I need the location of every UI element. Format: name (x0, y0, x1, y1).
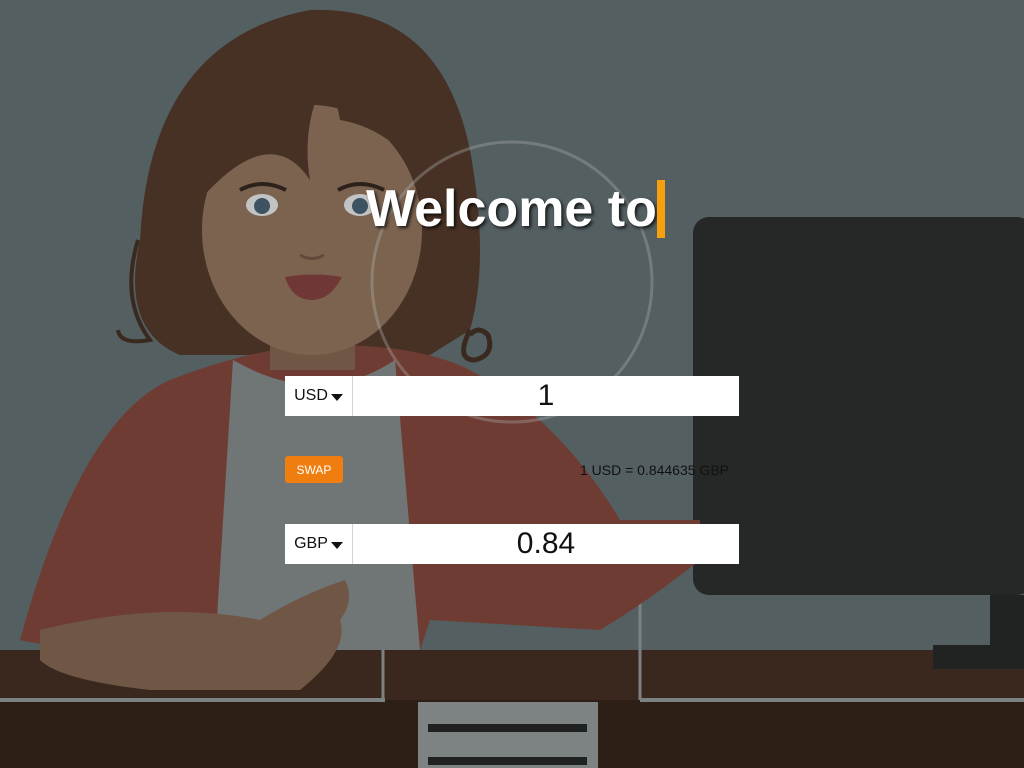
exchange-rate-text: 1 USD = 0.844635 GBP (579, 462, 729, 478)
to-currency-code: GBP (294, 535, 328, 552)
caret-down-icon (330, 393, 343, 401)
to-currency-row: GBP (285, 524, 739, 564)
welcome-heading-text: Welcome to (366, 180, 657, 238)
from-currency-code: USD (294, 387, 328, 404)
from-amount-input[interactable] (353, 376, 739, 416)
from-currency-row: USD (285, 376, 739, 416)
to-currency-select[interactable]: GBP (285, 524, 353, 564)
caret-down-icon (330, 541, 343, 549)
from-currency-select[interactable]: USD (285, 376, 353, 416)
typing-caret (656, 180, 665, 238)
to-amount-input[interactable] (353, 524, 739, 564)
welcome-heading: Welcome to (366, 178, 665, 240)
swap-button[interactable]: SWAP (285, 456, 343, 483)
